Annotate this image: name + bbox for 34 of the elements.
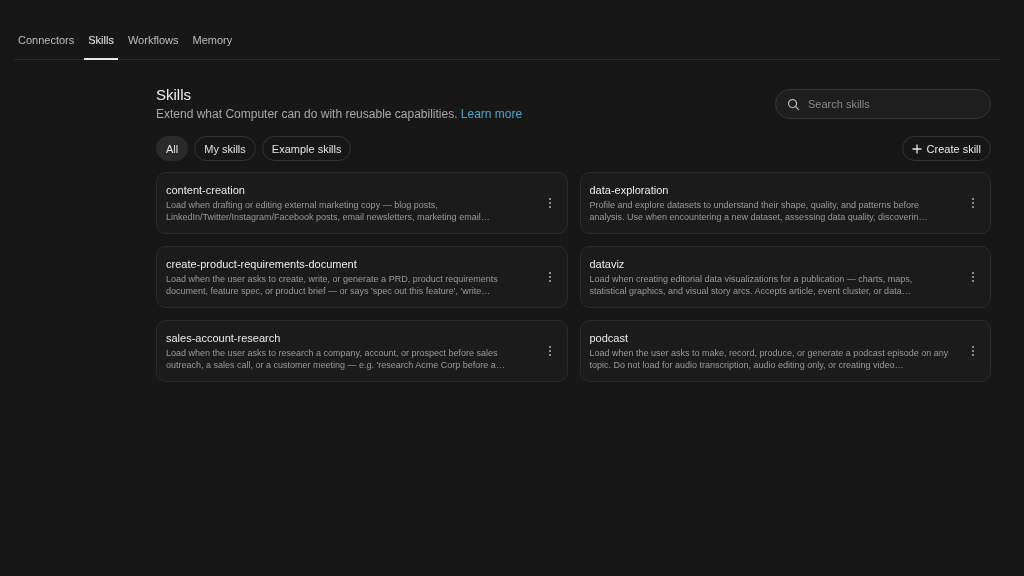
tab[interactable]: Workflows	[123, 34, 183, 60]
page-title: Skills	[156, 86, 192, 103]
more-icon[interactable]	[546, 196, 553, 210]
skill-card[interactable]: data-exploration Profile and explore datasets to understand their shape, quality, and patterns before analysis. Use when encountering a new dataset, assessing data quality, discoverin…	[579, 172, 991, 234]
plus-icon	[911, 143, 922, 154]
filter-chip[interactable]: All	[156, 136, 189, 161]
more-icon[interactable]	[970, 270, 976, 284]
skill-description: Load when creating editorial data visualizations for a publication — charts, maps, statistical graphics, and visual story arcs. Accepts article, event cluster, or data…	[589, 272, 914, 297]
skill-name: data-exploration	[589, 183, 670, 196]
skill-name: podcast	[589, 331, 630, 344]
skill-card[interactable]: dataviz Load when creating editorial data visualizations for a publication — charts, maps, statistical graphics, and visual story arcs. Accepts article, event cluster, or data…	[579, 246, 991, 308]
skill-description: Load when the user asks to create, write, or generate a PRD, product requirements document, feature spec, or product brief — or says 'spec out this feature', 'write…	[166, 272, 499, 297]
search-field[interactable]: Search skills	[775, 89, 991, 119]
skill-description: Load when the user asks to make, record, produce, or generate a podcast episode on any topic. Do not load for audio transcription, audio editing only, or creating video…	[589, 346, 950, 371]
skill-description: Load when the user asks to research a company, account, or prospect before sales outreach, a sales call, or a customer meeting — e.g. 'research Acme Corp before a…	[166, 346, 506, 371]
skill-name: create-product-requirements-document	[166, 257, 358, 270]
skill-description: Profile and explore datasets to understand their shape, quality, and patterns before analysis. Use when encountering a new dataset, assessing data quality, discoverin…	[589, 198, 929, 223]
more-icon[interactable]	[546, 270, 553, 284]
page-subtitle: Extend what Computer can do with reusable capabilities. Learn more	[156, 107, 523, 121]
tab[interactable]: Connectors	[14, 34, 79, 60]
more-icon[interactable]	[546, 344, 553, 358]
more-icon[interactable]	[970, 196, 976, 210]
skill-name: dataviz	[589, 257, 626, 270]
skill-name: sales-account-research	[166, 331, 282, 344]
skill-card[interactable]: podcast Load when the user asks to make, record, produce, or generate a podcast episode on any topic. Do not load for audio transcription, audio editing only, or creating video…	[579, 320, 991, 382]
skill-card[interactable]: sales-account-research Load when the user asks to research a company, account, or prospect before sales outreach, a sales call, or a customer meeting — e.g. 'research Acme Corp before a…	[156, 320, 568, 382]
learn-more-link[interactable]: Learn more	[460, 107, 523, 121]
skill-card[interactable]: content-creation Load when drafting or editing external marketing copy — blog posts, LinkedIn/Twitter/Instagram/Facebook posts, email newsletters, marketing email…	[156, 172, 568, 234]
tab[interactable]: Skills	[84, 34, 118, 60]
skill-description: Load when drafting or editing external marketing copy — blog posts, LinkedIn/Twitter/Instagram/Facebook posts, email newsletters, marketing email…	[166, 198, 491, 223]
more-icon[interactable]	[970, 344, 976, 358]
skill-card[interactable]	[156, 246, 568, 308]
skill-name: content-creation	[166, 183, 246, 196]
tab[interactable]: Memory	[188, 34, 237, 60]
